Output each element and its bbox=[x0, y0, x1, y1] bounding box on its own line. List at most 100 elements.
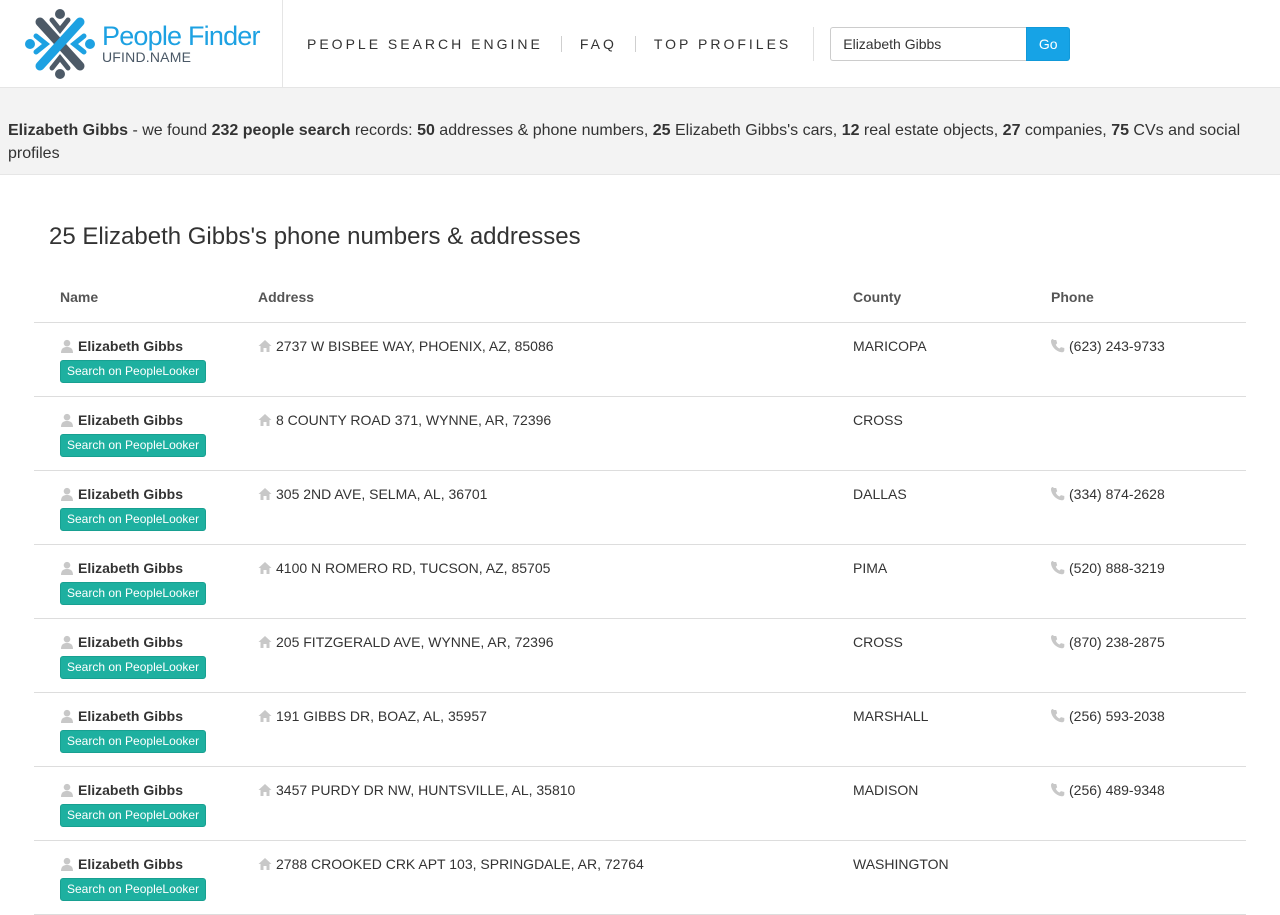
cell-county: WASHINGTON bbox=[827, 840, 1025, 915]
search-on-peoplelooker-button[interactable]: Search on PeopleLooker bbox=[60, 878, 207, 901]
header-phone: Phone bbox=[1025, 289, 1246, 323]
cell-address: 305 2ND AVE, SELMA, AL, 36701 bbox=[232, 470, 827, 545]
phone: (623) 243-9733 bbox=[1051, 338, 1246, 354]
logo-title: People Finder bbox=[102, 21, 261, 51]
phone-icon bbox=[1051, 709, 1065, 723]
cell-address: 2737 W BISBEE WAY, PHOENIX, AZ, 85086 bbox=[232, 322, 827, 397]
home-icon bbox=[258, 488, 272, 500]
nav-people-search-engine[interactable]: PEOPLE SEARCH ENGINE bbox=[307, 36, 561, 52]
person-icon bbox=[61, 487, 73, 501]
cell-county: DALLAS bbox=[827, 470, 1025, 545]
cell-address: 3457 PURDY DR NW, HUNTSVILLE, AL, 35810 bbox=[232, 766, 827, 841]
address: 2788 CROOKED CRK APT 103, SPRINGDALE, AR… bbox=[258, 856, 827, 872]
search-on-peoplelooker-button[interactable]: Search on PeopleLooker bbox=[60, 582, 207, 605]
home-icon bbox=[258, 340, 272, 352]
cell-phone: (256) 593-2038 bbox=[1025, 692, 1246, 767]
address: 2737 W BISBEE WAY, PHOENIX, AZ, 85086 bbox=[258, 338, 827, 354]
cell-phone bbox=[1025, 396, 1246, 471]
phone: (870) 238-2875 bbox=[1051, 634, 1246, 650]
phone-icon bbox=[1051, 339, 1065, 353]
cell-address: 205 FITZGERALD AVE, WYNNE, AR, 72396 bbox=[232, 618, 827, 693]
person-name: Elizabeth Gibbs bbox=[60, 560, 232, 576]
person-name-text: Elizabeth Gibbs bbox=[78, 560, 184, 576]
address: 8 COUNTY ROAD 371, WYNNE, AR, 72396 bbox=[258, 412, 827, 428]
cell-name: Elizabeth Gibbs Search on PeopleLooker bbox=[34, 396, 232, 471]
person-name-text: Elizabeth Gibbs bbox=[78, 708, 184, 724]
summary-companies-count: 27 bbox=[1002, 122, 1021, 139]
county-text: MADISON bbox=[853, 782, 919, 798]
cell-county: CROSS bbox=[827, 396, 1025, 471]
address-text: 191 GIBBS DR, BOAZ, AL, 35957 bbox=[276, 708, 487, 724]
cell-address: 4100 N ROMERO RD, TUCSON, AZ, 85705 bbox=[232, 544, 827, 619]
phone-icon bbox=[1051, 783, 1065, 797]
cell-phone: (334) 874-2628 bbox=[1025, 470, 1246, 545]
summary-text: real estate objects, bbox=[859, 122, 1003, 139]
phone-text: (334) 874-2628 bbox=[1069, 486, 1165, 502]
phone: (256) 593-2038 bbox=[1051, 708, 1246, 724]
cell-county: PIMA bbox=[827, 544, 1025, 619]
summary-name: Elizabeth Gibbs bbox=[8, 122, 129, 139]
phone: (334) 874-2628 bbox=[1051, 486, 1246, 502]
person-name: Elizabeth Gibbs bbox=[60, 856, 232, 872]
site-header: People Finder UFIND.NAME PEOPLE SEARCH E… bbox=[0, 0, 1280, 88]
cell-name: Elizabeth Gibbs Search on PeopleLooker bbox=[34, 322, 232, 397]
home-icon bbox=[258, 562, 272, 574]
table-row: Elizabeth Gibbs Search on PeopleLooker 3… bbox=[34, 766, 1246, 841]
address: 305 2ND AVE, SELMA, AL, 36701 bbox=[258, 486, 827, 502]
phone-text: (256) 489-9348 bbox=[1069, 782, 1165, 798]
person-name-text: Elizabeth Gibbs bbox=[78, 338, 184, 354]
summary-addresses-count: 50 bbox=[417, 122, 435, 139]
cell-address: 191 GIBBS DR, BOAZ, AL, 35957 bbox=[232, 692, 827, 767]
go-button[interactable]: Go bbox=[1026, 26, 1071, 61]
phone-text: (870) 238-2875 bbox=[1069, 634, 1165, 650]
address-text: 8 COUNTY ROAD 371, WYNNE, AR, 72396 bbox=[276, 412, 552, 428]
search-on-peoplelooker-button[interactable]: Search on PeopleLooker bbox=[60, 434, 207, 457]
address: 3457 PURDY DR NW, HUNTSVILLE, AL, 35810 bbox=[258, 782, 827, 798]
table-row: Elizabeth Gibbs Search on PeopleLooker 2… bbox=[34, 840, 1246, 915]
home-icon bbox=[258, 636, 272, 648]
county-text: CROSS bbox=[853, 412, 903, 428]
search-on-peoplelooker-button[interactable]: Search on PeopleLooker bbox=[60, 360, 207, 383]
logo-subtitle: UFIND.NAME bbox=[102, 49, 192, 65]
header-name: Name bbox=[34, 289, 232, 323]
table-header-row: Name Address County Phone bbox=[34, 289, 1246, 323]
phone-text: (623) 243-9733 bbox=[1069, 338, 1165, 354]
home-icon bbox=[258, 414, 272, 426]
phone-icon bbox=[1051, 635, 1065, 649]
person-name: Elizabeth Gibbs bbox=[60, 708, 232, 724]
nav-top-profiles[interactable]: TOP PROFILES bbox=[636, 36, 809, 52]
logo[interactable]: People Finder UFIND.NAME bbox=[0, 0, 283, 87]
cell-phone: (623) 243-9733 bbox=[1025, 322, 1246, 397]
nav-faq[interactable]: FAQ bbox=[562, 36, 635, 52]
person-name: Elizabeth Gibbs bbox=[60, 412, 232, 428]
results-summary: Elizabeth Gibbs - we found 232 people se… bbox=[0, 88, 1280, 175]
phone: (256) 489-9348 bbox=[1051, 782, 1246, 798]
address: 4100 N ROMERO RD, TUCSON, AZ, 85705 bbox=[258, 560, 827, 576]
county-text: PIMA bbox=[853, 560, 888, 576]
search-input[interactable] bbox=[830, 26, 1027, 61]
search-form: Go bbox=[830, 26, 1071, 61]
search-on-peoplelooker-button[interactable]: Search on PeopleLooker bbox=[60, 730, 207, 753]
search-on-peoplelooker-button[interactable]: Search on PeopleLooker bbox=[60, 656, 207, 679]
phone: (520) 888-3219 bbox=[1051, 560, 1246, 576]
summary-realestate-count: 12 bbox=[841, 122, 860, 139]
address-text: 2737 W BISBEE WAY, PHOENIX, AZ, 85086 bbox=[276, 338, 554, 354]
cell-county: MADISON bbox=[827, 766, 1025, 841]
results-table: Name Address County Phone Elizabeth Gibb… bbox=[34, 289, 1246, 915]
address-text: 305 2ND AVE, SELMA, AL, 36701 bbox=[276, 486, 488, 502]
address-text: 2788 CROOKED CRK APT 103, SPRINGDALE, AR… bbox=[276, 856, 644, 872]
phone-text: (520) 888-3219 bbox=[1069, 560, 1165, 576]
person-name: Elizabeth Gibbs bbox=[60, 338, 232, 354]
cell-name: Elizabeth Gibbs Search on PeopleLooker bbox=[34, 692, 232, 767]
person-icon bbox=[61, 413, 73, 427]
home-icon bbox=[258, 710, 272, 722]
address: 205 FITZGERALD AVE, WYNNE, AR, 72396 bbox=[258, 634, 827, 650]
home-icon bbox=[258, 858, 272, 870]
summary-cvs-count: 75 bbox=[1111, 122, 1129, 139]
search-on-peoplelooker-button[interactable]: Search on PeopleLooker bbox=[60, 508, 207, 531]
summary-text: Elizabeth Gibbs's cars, bbox=[670, 122, 842, 139]
search-on-peoplelooker-button[interactable]: Search on PeopleLooker bbox=[60, 804, 207, 827]
cell-phone: (870) 238-2875 bbox=[1025, 618, 1246, 693]
person-icon bbox=[61, 783, 73, 797]
cell-name: Elizabeth Gibbs Search on PeopleLooker bbox=[34, 766, 232, 841]
